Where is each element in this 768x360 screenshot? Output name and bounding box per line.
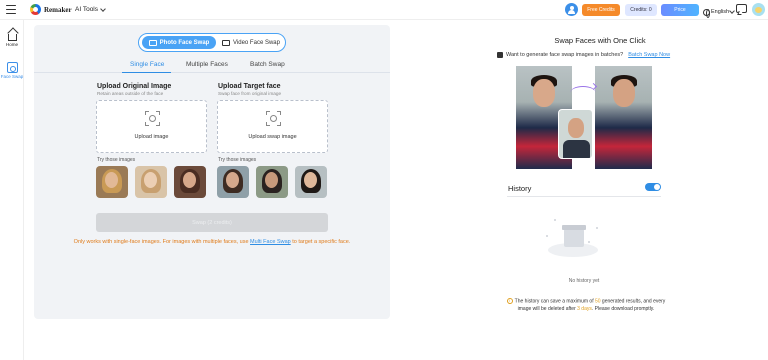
sidebar-item-home[interactable]: Home [0, 30, 24, 47]
brand[interactable]: Remaker [30, 4, 72, 15]
right-title: Swap Faces with One Click [554, 36, 646, 45]
sample-original-2[interactable] [135, 166, 167, 198]
side-nav: Home Face Swap [0, 20, 24, 360]
no-history-text: No history yet [568, 278, 600, 284]
demo-target-face [558, 109, 593, 159]
globe-icon [703, 8, 710, 18]
sample-target-3[interactable] [295, 166, 327, 198]
history-toggle[interactable] [645, 183, 661, 191]
stack-icon [497, 52, 503, 58]
empty-box-icon [542, 213, 604, 269]
sidebar-item-face-swap[interactable]: Face Swap [0, 60, 24, 82]
single-face-notice: Only works with single-face images. For … [34, 239, 390, 245]
face-scan-icon [266, 111, 281, 126]
notice-text-1: Only works with single-face images. For … [73, 239, 251, 245]
home-icon [7, 34, 17, 41]
upload-swap-image-label: Upload swap image [248, 134, 297, 140]
target-face-subtitle: Swap face from original image [218, 91, 282, 96]
ai-tools-label: AI Tools [75, 6, 99, 13]
face-swap-icon [6, 62, 18, 73]
chevron-down-icon [729, 8, 735, 14]
original-try-label: Try those images [97, 157, 136, 163]
active-tab-indicator [122, 72, 171, 74]
notice-text-2: to target a specific face. [290, 239, 351, 245]
photo-face-swap-label: Photo Face Swap [159, 39, 210, 46]
note-days: 3 days [577, 305, 592, 312]
original-image-title: Upload Original Image [97, 83, 172, 90]
target-try-label: Try those images [218, 157, 257, 163]
sample-original-1[interactable] [96, 166, 128, 198]
profile-icon[interactable] [565, 3, 578, 16]
remaker-logo-icon [30, 4, 41, 15]
image-icon [148, 39, 157, 46]
photo-face-swap-option[interactable]: Photo Face Swap [142, 36, 216, 49]
tab-multiple-faces[interactable]: Multiple Faces [186, 61, 228, 68]
divider [507, 196, 661, 197]
note-part-1: The history can save a maximum of [514, 298, 595, 305]
video-icon [222, 39, 231, 46]
sample-target-1[interactable] [217, 166, 249, 198]
credits-badge[interactable]: Credits: 0 [625, 4, 657, 16]
swap-tabs: Single Face Multiple Faces Batch Swap [34, 61, 390, 74]
batch-prompt: Want to generate face swap images in bat… [506, 52, 624, 58]
brand-name: Remaker [44, 5, 72, 14]
feedback-icon[interactable] [736, 4, 747, 13]
batch-promo: Want to generate face swap images in bat… [497, 52, 670, 58]
face-swap-demo-image [516, 66, 652, 169]
history-title: History [508, 184, 532, 193]
face-scan-icon [145, 111, 160, 126]
menu-icon[interactable] [6, 5, 16, 14]
tab-single-face[interactable]: Single Face [130, 61, 164, 68]
batch-swap-now-link[interactable]: Batch Swap Now [628, 52, 670, 58]
swap-arrow-icon [570, 86, 596, 100]
demo-result-image [595, 66, 652, 169]
video-face-swap-label: Video Face Swap [233, 39, 280, 46]
sample-target-2[interactable] [256, 166, 288, 198]
upload-image-label: Upload image [134, 134, 169, 140]
sample-original-3[interactable] [174, 166, 206, 198]
video-face-swap-option[interactable]: Video Face Swap [219, 36, 283, 49]
multi-face-swap-link[interactable]: Multi Face Swap [250, 239, 291, 245]
avatar[interactable] [752, 3, 765, 16]
free-credits-button[interactable]: Free Credits [582, 4, 620, 16]
note-part-3: . Please download promptly. [591, 305, 655, 312]
price-button[interactable]: Price [661, 4, 699, 16]
top-bar: Remaker AI Tools Free Credits Credits: 0… [0, 0, 768, 20]
face-swap-panel: Photo Face Swap Video Face Swap Single F… [34, 25, 390, 319]
tab-batch-swap[interactable]: Batch Swap [250, 61, 285, 68]
sidebar-item-label: Face Swap [0, 74, 24, 79]
language-selector[interactable]: English [703, 5, 735, 19]
original-image-subtitle: Retain areas outside of the face [97, 91, 164, 96]
history-notice: ! The history can save a maximum of 50 ge… [500, 298, 672, 313]
original-image-dropzone[interactable]: Upload image [96, 100, 207, 153]
info-icon: ! [506, 298, 513, 304]
sidebar-item-label: Home [5, 42, 18, 47]
swap-button[interactable]: Swap (2 credits) [96, 213, 328, 232]
target-face-dropzone[interactable]: Upload swap image [217, 100, 328, 153]
target-face-title: Upload Target face [218, 83, 281, 90]
swap-mode-toggle: Photo Face Swap Video Face Swap [138, 33, 286, 52]
ai-tools-menu[interactable]: AI Tools [75, 5, 106, 13]
chevron-down-icon [100, 5, 106, 12]
language-label: English [711, 9, 730, 15]
